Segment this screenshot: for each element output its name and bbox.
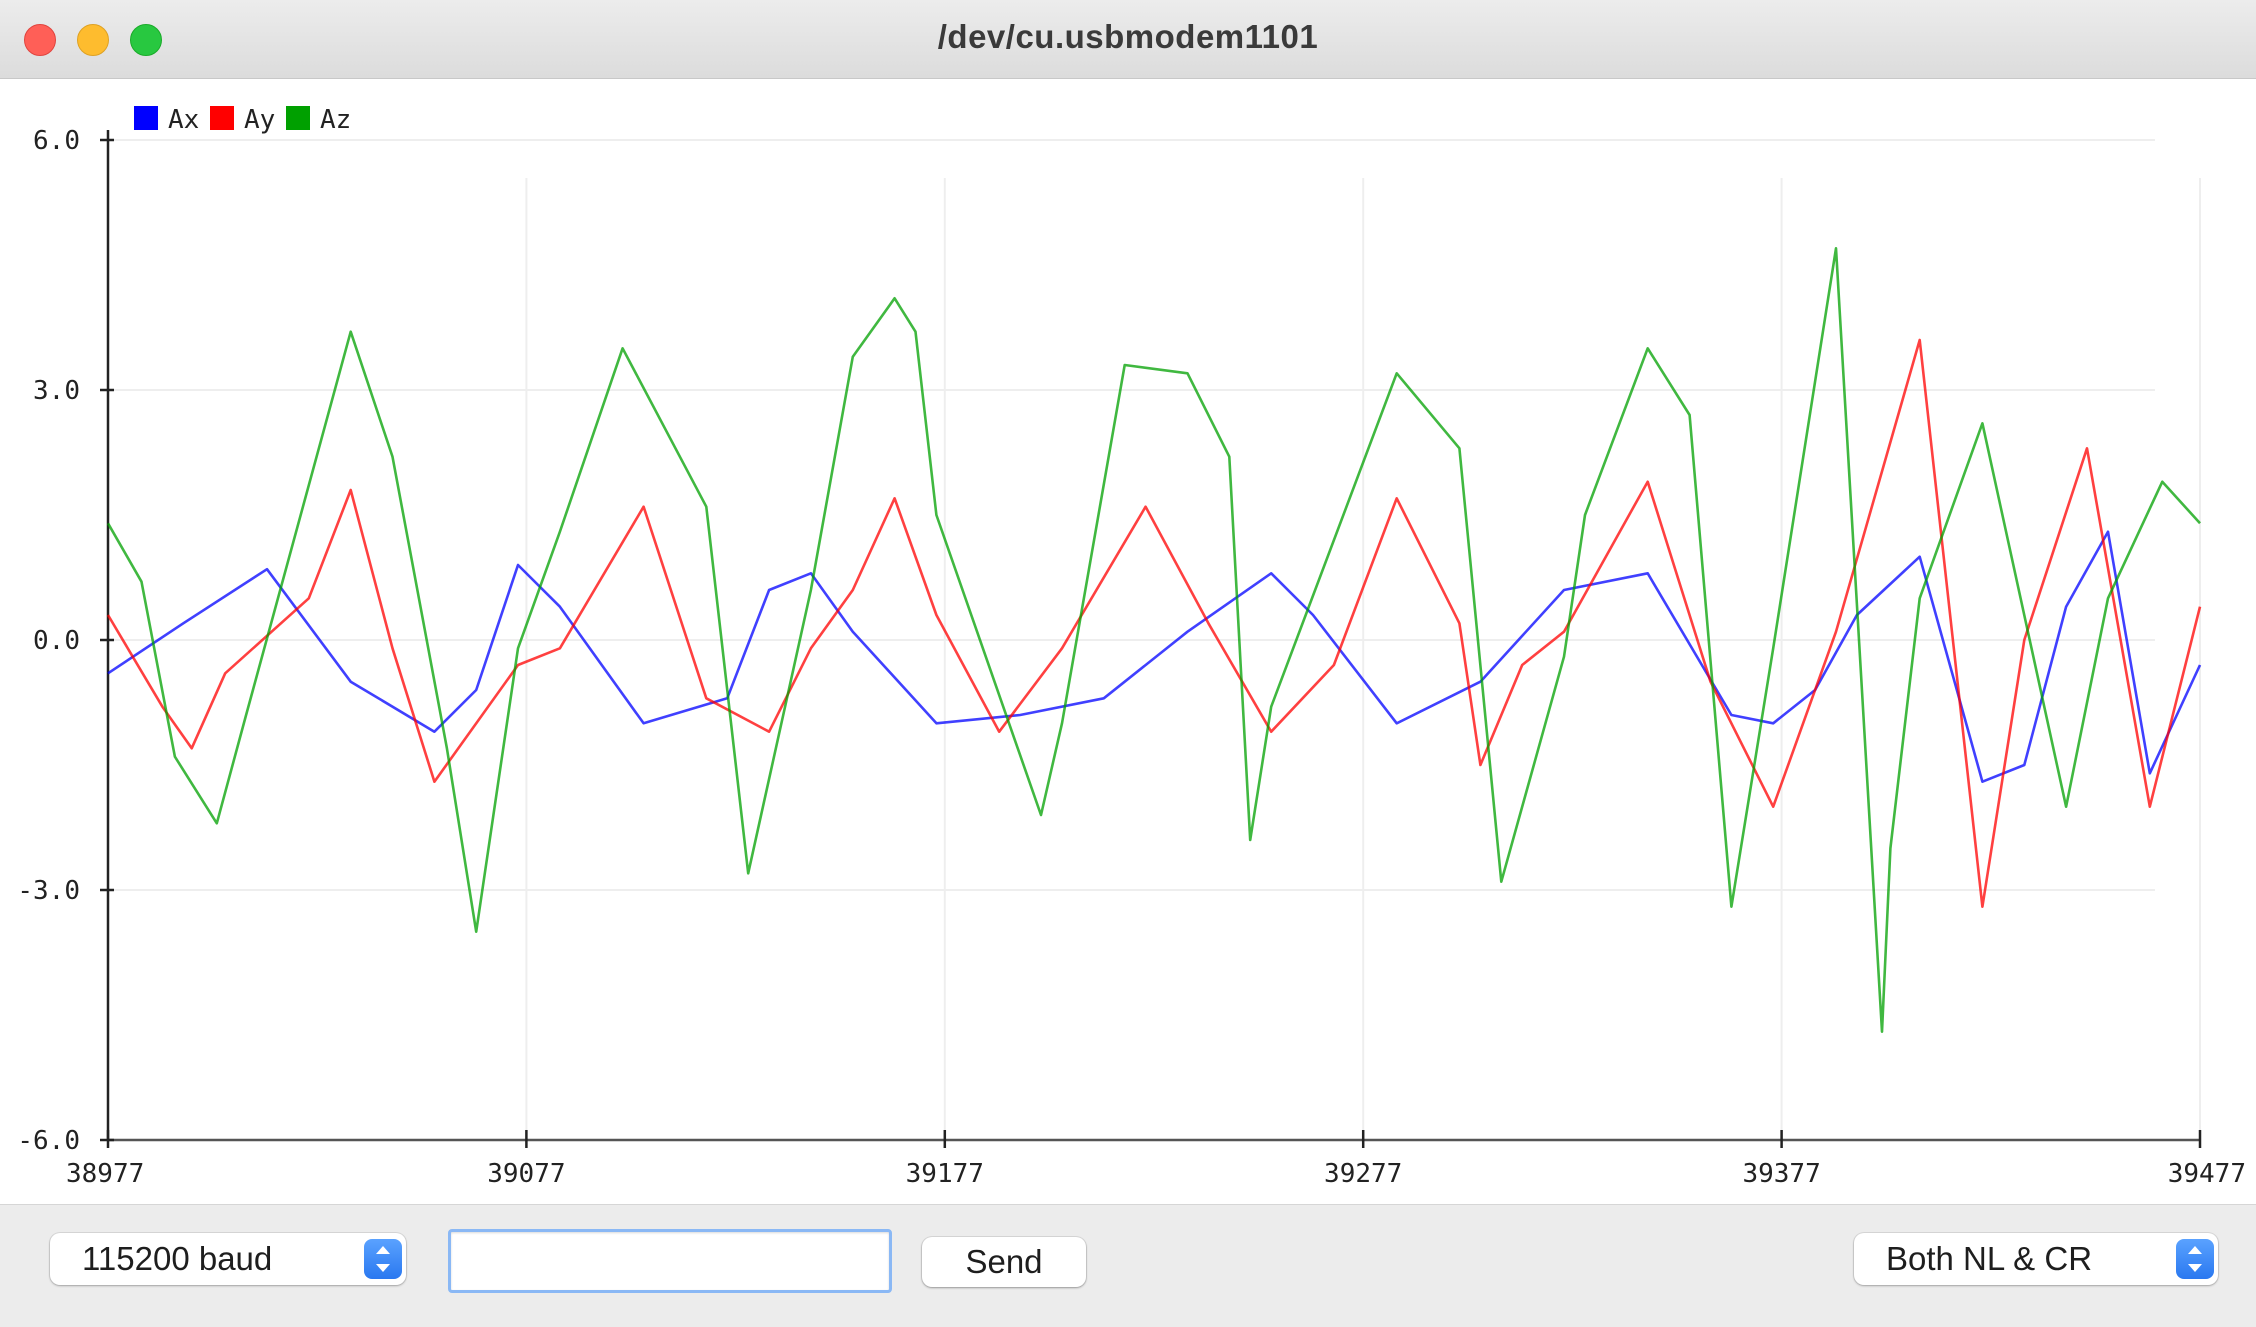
y-tick-label: 3.0 <box>33 376 80 406</box>
window-title: /dev/cu.usbmodem1101 <box>937 18 1319 55</box>
line-ending-label: Both NL & CR <box>1886 1240 2093 1277</box>
legend-label-ay: Ay <box>244 105 275 135</box>
y-tick-label: -6.0 <box>17 1126 80 1156</box>
legend-swatch-az <box>286 106 310 130</box>
y-tick-label: -3.0 <box>17 876 80 906</box>
title-bar[interactable]: /dev/cu.usbmodem1101 <box>0 0 2256 79</box>
line-ending-stepper-icon[interactable] <box>2176 1239 2214 1279</box>
legend-label-az: Az <box>320 105 351 135</box>
legend-label-ax: Ax <box>168 105 199 135</box>
y-tick-label: 0.0 <box>33 626 80 656</box>
legend-swatch-ax <box>134 106 158 130</box>
baud-stepper-icon[interactable] <box>364 1239 402 1279</box>
x-tick-label: 39377 <box>1742 1159 1820 1189</box>
baud-rate-label: 115200 baud <box>82 1240 273 1277</box>
line-ending-select[interactable]: Both NL & CR <box>1854 1233 2218 1285</box>
plot-area: 6.0 3.0 0.0 -3.0 -6.038977 39077 39177 39277 393… <box>17 105 2246 1189</box>
x-tick-label: 39277 <box>1324 1159 1402 1189</box>
send-button[interactable]: Send <box>922 1237 1086 1287</box>
y-tick-label: 6.0 <box>33 126 80 156</box>
x-tick-label: 39077 <box>487 1159 565 1189</box>
serial-plotter-window: /dev/cu.usbmodem1101 6.0 3.0 0.0 -3.0 -6.0 38… <box>0 0 2256 1327</box>
serial-input-field[interactable] <box>448 1229 892 1293</box>
baud-rate-select[interactable]: 115200 baud <box>50 1233 406 1285</box>
x-tick-label: 39477 <box>2168 1159 2246 1189</box>
x-tick-label: 38977 <box>66 1159 144 1189</box>
legend-swatch-ay <box>210 106 234 130</box>
x-tick-label: 39177 <box>906 1159 984 1189</box>
bottom-toolbar: 115200 baud Send Both NL & CR <box>0 1204 2256 1327</box>
series-line-ay <box>106 338 2202 909</box>
